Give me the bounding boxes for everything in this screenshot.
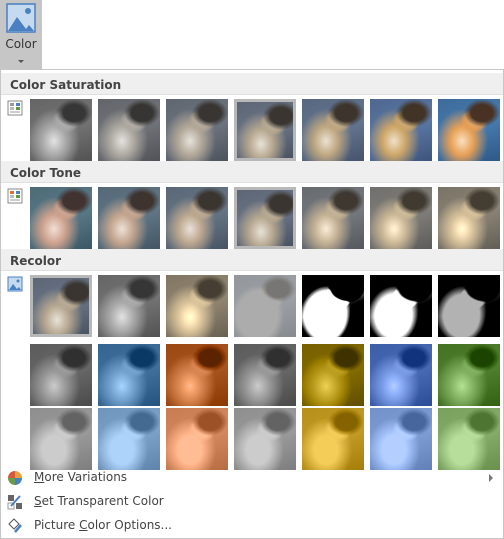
section-header: Color Tone <box>1 161 503 183</box>
color-variant-thumbnail[interactable] <box>98 275 160 337</box>
color-variant-thumbnail[interactable] <box>370 408 432 470</box>
wolf-preview-image <box>98 99 160 161</box>
paint-bucket-icon <box>7 518 23 534</box>
tint-overlay <box>234 408 296 470</box>
section-header: Color Saturation <box>1 73 503 95</box>
menu-item-color-wheel[interactable]: More Variations <box>1 466 503 490</box>
color-variant-thumbnail[interactable] <box>30 187 92 249</box>
color-variant-thumbnail[interactable] <box>438 408 500 470</box>
wolf-preview-image <box>30 99 92 161</box>
tint-overlay <box>302 344 364 406</box>
wolf-preview-image <box>234 275 296 337</box>
tint-overlay <box>166 408 228 470</box>
color-variant-thumbnail[interactable] <box>302 408 364 470</box>
tint-overlay <box>98 408 160 470</box>
transparent-color-icon <box>7 494 23 510</box>
color-variant-thumbnail[interactable] <box>30 344 92 406</box>
menu-item-label: Picture Color Options... <box>34 518 172 532</box>
color-variant-thumbnail[interactable] <box>438 187 500 249</box>
menu-item-label: Set Transparent Color <box>34 494 164 508</box>
wolf-preview-image <box>166 275 228 337</box>
color-variant-thumbnail[interactable] <box>234 408 296 470</box>
color-variant-thumbnail[interactable] <box>166 344 228 406</box>
menu-item-paint-bucket[interactable]: Picture Color Options... <box>1 514 503 538</box>
wolf-preview-image <box>438 187 500 249</box>
wolf-preview-image <box>370 275 432 337</box>
tint-overlay <box>30 344 92 406</box>
wolf-preview-image <box>370 99 432 161</box>
wolf-preview-image <box>302 99 364 161</box>
tone-icon <box>7 188 23 204</box>
color-variant-thumbnail[interactable] <box>98 344 160 406</box>
wolf-preview-image <box>438 275 500 337</box>
wolf-preview-image <box>302 187 364 249</box>
tint-overlay <box>30 408 92 470</box>
color-variant-thumbnail[interactable] <box>234 344 296 406</box>
color-variant-thumbnail[interactable] <box>370 344 432 406</box>
color-dropdown-menu: Color Saturation Color Tone Recolor More Va… <box>0 69 504 539</box>
menu-item-label: More Variations <box>34 470 127 484</box>
color-variant-thumbnail[interactable] <box>30 408 92 470</box>
wolf-preview-image <box>30 187 92 249</box>
color-variant-thumbnail[interactable] <box>166 408 228 470</box>
wolf-preview-image <box>438 99 500 161</box>
color-variant-thumbnail[interactable] <box>370 187 432 249</box>
wolf-preview-image <box>98 187 160 249</box>
tint-overlay <box>98 344 160 406</box>
color-variant-thumbnail[interactable] <box>234 275 296 337</box>
color-variant-thumbnail[interactable] <box>302 99 364 161</box>
wolf-preview-image <box>98 275 160 337</box>
tint-overlay <box>370 408 432 470</box>
color-variant-thumbnail[interactable] <box>438 275 500 337</box>
tint-overlay <box>302 408 364 470</box>
section-header: Recolor <box>1 249 503 271</box>
color-variant-thumbnail[interactable] <box>234 99 296 161</box>
color-variant-thumbnail[interactable] <box>438 344 500 406</box>
wolf-preview-image <box>166 187 228 249</box>
tint-overlay <box>370 344 432 406</box>
tint-overlay <box>438 344 500 406</box>
color-variant-thumbnail[interactable] <box>302 275 364 337</box>
tint-overlay <box>438 408 500 470</box>
color-variant-thumbnail[interactable] <box>234 187 296 249</box>
color-button-label: Color <box>0 37 42 51</box>
color-variant-thumbnail[interactable] <box>98 408 160 470</box>
saturation-icon <box>7 100 23 116</box>
color-variant-thumbnail[interactable] <box>438 99 500 161</box>
color-variant-thumbnail[interactable] <box>166 99 228 161</box>
color-variant-thumbnail[interactable] <box>370 99 432 161</box>
color-button[interactable]: Color <box>0 0 42 69</box>
wolf-preview-image <box>302 275 364 337</box>
color-variant-thumbnail[interactable] <box>166 275 228 337</box>
color-variant-thumbnail[interactable] <box>302 187 364 249</box>
wolf-preview-image <box>33 278 89 334</box>
wolf-preview-image <box>237 190 293 246</box>
wolf-preview-image <box>166 99 228 161</box>
color-variant-thumbnail[interactable] <box>302 344 364 406</box>
picture-icon <box>6 3 36 33</box>
tint-overlay <box>166 344 228 406</box>
color-variant-thumbnail[interactable] <box>30 99 92 161</box>
chevron-down-icon <box>18 60 24 63</box>
color-variant-thumbnail[interactable] <box>98 187 160 249</box>
color-variant-thumbnail[interactable] <box>98 99 160 161</box>
wolf-preview-image <box>237 102 293 158</box>
color-variant-thumbnail[interactable] <box>370 275 432 337</box>
submenu-arrow-icon <box>489 474 493 482</box>
color-wheel-icon <box>7 470 23 486</box>
recolor-icon <box>7 276 23 292</box>
menu-item-transparent-color[interactable]: Set Transparent Color <box>1 490 503 514</box>
tint-overlay <box>234 344 296 406</box>
color-variant-thumbnail[interactable] <box>166 187 228 249</box>
color-variant-thumbnail[interactable] <box>30 275 92 337</box>
wolf-preview-image <box>370 187 432 249</box>
